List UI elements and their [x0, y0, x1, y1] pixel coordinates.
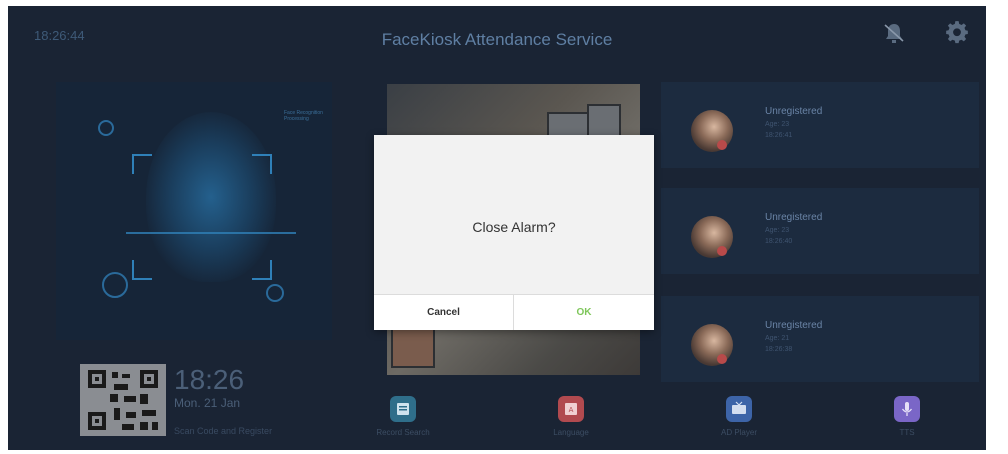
dialog-button-row: Cancel OK [374, 294, 654, 330]
top-bar: 18:26:44 FaceKiosk Attendance Service [8, 6, 986, 68]
record-search-button[interactable]: Record Search [358, 390, 448, 437]
close-alarm-dialog: Close Alarm? Cancel OK [374, 135, 654, 330]
record-age: Age: 21 [765, 335, 790, 342]
bottom-nav: Record Search A Language AD Player TTS [348, 390, 986, 450]
status-dot [717, 354, 727, 364]
hud-ring [98, 120, 114, 136]
ad-player-label: AD Player [720, 428, 757, 437]
register-panel: 18:26 Mon. 21 Jan Scan Code and Register [56, 348, 332, 442]
record-time: 18:26:38 [765, 346, 793, 353]
tts-button[interactable]: TTS [862, 390, 952, 437]
scan-register-caption: Scan Code and Register [174, 426, 273, 436]
face-scanner-panel: Face Recognition Processing [56, 82, 332, 340]
kiosk-screen: 18:26:44 FaceKiosk Attendance Service Fa… [8, 6, 986, 450]
record-card[interactable]: Unregistered Age: 23 18:26:40 [661, 188, 979, 274]
scan-frame-corner [252, 260, 272, 280]
hud-text: Face Recognition Processing [284, 110, 323, 122]
record-search-icon [390, 396, 416, 422]
microphone-icon [894, 396, 920, 422]
face-avatar [691, 216, 733, 258]
record-age: Age: 23 [765, 227, 790, 234]
register-time: 18:26 [174, 364, 245, 395]
face-avatar [691, 324, 733, 366]
register-date: Mon. 21 Jan [174, 396, 241, 410]
hud-ring [266, 284, 284, 302]
app-title: FaceKiosk Attendance Service [381, 30, 613, 49]
ok-button[interactable]: OK [514, 295, 654, 330]
ad-player-icon [726, 396, 752, 422]
hud-ring [102, 272, 128, 298]
status-dot [717, 246, 727, 256]
alarm-bell-icon[interactable] [882, 21, 906, 45]
record-time: 18:26:40 [765, 238, 793, 245]
status-dot [717, 140, 727, 150]
record-name: Unregistered [765, 212, 823, 223]
scan-line [126, 232, 296, 234]
language-button[interactable]: A Language [526, 390, 616, 437]
language-label: Language [553, 428, 589, 437]
language-icon: A [558, 396, 584, 422]
tts-label: TTS [899, 428, 915, 437]
camera-window-shape [391, 324, 435, 368]
scan-frame-corner [132, 260, 152, 280]
scan-frame-corner [132, 154, 152, 174]
record-age: Age: 23 [765, 121, 790, 128]
svg-text:A: A [569, 406, 574, 414]
record-name: Unregistered [765, 320, 823, 331]
record-card[interactable]: Unregistered Age: 23 18:26:41 [661, 82, 979, 168]
record-search-label: Record Search [376, 428, 430, 437]
cancel-button[interactable]: Cancel [374, 295, 514, 330]
qr-code-icon[interactable] [80, 364, 166, 436]
face-avatar [691, 110, 733, 152]
record-time: 18:26:41 [765, 132, 793, 139]
gear-icon[interactable] [944, 19, 970, 45]
record-card[interactable]: Unregistered Age: 21 18:26:38 [661, 296, 979, 382]
ad-player-button[interactable]: AD Player [694, 390, 784, 437]
scan-frame-corner [252, 154, 272, 174]
face-scan-graphic [146, 112, 276, 282]
dialog-message: Close Alarm? [472, 219, 556, 235]
record-name: Unregistered [765, 106, 823, 117]
